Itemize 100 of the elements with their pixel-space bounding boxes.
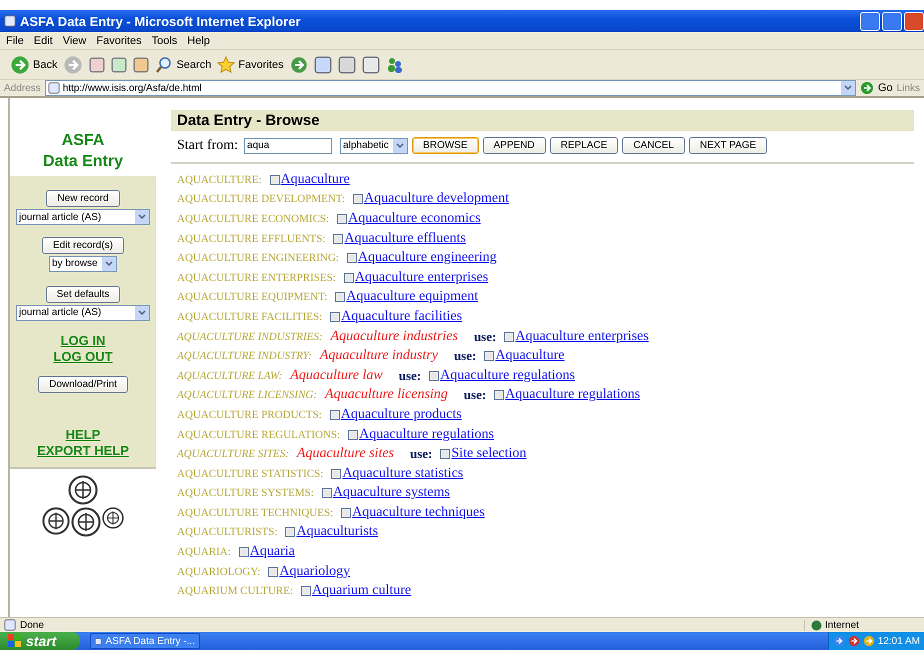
term-heading: AQUACULTURE EQUIPMENT: [177,291,328,304]
term-heading: AQUACULTURE EFFLUENTS: [177,232,326,245]
checkbox[interactable] [322,488,332,498]
checkbox[interactable] [484,351,494,362]
go-icon[interactable] [860,81,874,95]
term-heading: AQUACULTURE: [177,174,262,186]
term-heading: AQUARIUM CULTURE: [177,585,294,598]
checkbox[interactable] [270,174,280,185]
term-heading: AQUACULTURE INDUSTRY: [177,350,312,362]
term-heading: AQUACULTURE SYSTEMS: [177,487,314,500]
checkbox[interactable] [344,272,354,283]
non-preferred-term: Aquaculture industries [330,328,458,345]
address-field[interactable]: http://www.isis.org/Asfa/de.html [44,80,856,96]
help-link[interactable]: EXPORT HELP [37,443,129,459]
set-defaults-button[interactable]: Set defaults [46,286,120,303]
star-icon[interactable] [217,56,236,74]
term-link[interactable]: Aquaculture techniques [352,504,485,521]
minimize-button[interactable] [860,12,880,30]
tray-icon[interactable] [832,635,845,647]
taskbar-item[interactable]: ASFA Data Entry -... [90,633,200,649]
term-heading: AQUACULTURE DEVELOPMENT: [177,193,346,206]
use-label: use: [474,328,496,345]
menu-item[interactable]: View [62,34,86,46]
checkbox[interactable] [346,253,357,264]
tray-icon[interactable] [848,635,860,647]
back-button[interactable]: Back [33,58,58,70]
checkbox[interactable] [238,547,249,558]
people-icon[interactable] [386,56,404,74]
term-link[interactable]: Aquaculturists [296,524,378,540]
term-link[interactable]: Aquaria [250,544,295,560]
term-link[interactable]: Aquaculture economics [348,210,481,227]
clock: 12:01 AM [878,636,920,646]
term-link[interactable]: Aquaculture equipment [346,289,478,306]
account-link[interactable]: LOG OUT [53,348,113,365]
term-link[interactable]: Aquaculture enterprises [515,328,649,345]
checkbox[interactable] [348,430,358,440]
close-button[interactable] [904,12,924,30]
form-button[interactable]: REPLACE [550,137,618,154]
form-button[interactable]: CANCEL [622,137,685,154]
checkbox[interactable] [494,390,504,400]
menu-item[interactable]: Help [187,34,210,46]
term-link[interactable]: Aquariology [279,564,350,580]
term-link[interactable]: Aquaculture development [364,191,510,208]
term-heading: AQUACULTURE ENGINEERING: [177,252,339,264]
search-icon[interactable] [155,56,174,74]
term-link[interactable]: Aquaculture engineering [358,250,497,266]
checkbox[interactable] [337,214,348,224]
checkbox[interactable] [301,586,312,596]
menu-item[interactable]: Edit [34,34,53,46]
term-link[interactable]: Aquaculture [280,172,350,188]
checkbox[interactable] [335,292,346,302]
back-icon[interactable] [10,54,30,74]
checkbox[interactable] [429,370,440,381]
favorites-button[interactable]: Favorites [238,58,284,70]
term-link[interactable]: Aquaculture statistics [342,466,464,482]
order-select[interactable]: alphabetic [340,138,408,154]
checkbox[interactable] [440,449,450,460]
new-record-button[interactable]: New record [46,190,120,207]
term-link[interactable]: Aquaculture products [340,406,462,423]
edit-mode-select[interactable]: by browse [49,256,117,272]
term-link[interactable]: Aquaculture regulations [440,368,576,384]
emblem-icon [42,507,70,535]
checkbox[interactable] [353,194,364,204]
term-link[interactable]: Aquaculture regulations [505,387,640,404]
term-link[interactable]: Aquarium culture [312,583,412,600]
checkbox[interactable] [268,566,278,577]
start-from-field[interactable]: aqua [244,138,332,154]
default-type-select[interactable]: journal article (AS) [16,304,150,321]
checkbox[interactable] [330,410,340,420]
form-button[interactable]: NEXT PAGE [688,137,768,154]
help-link[interactable]: HELP [66,427,100,443]
term-link[interactable]: Aquaculture effluents [344,230,466,247]
form-button[interactable]: APPEND [482,137,546,154]
account-link[interactable]: LOG IN [60,332,106,349]
term-link[interactable]: Aquaculture systems [332,485,450,502]
menu-item[interactable]: File [6,34,24,46]
go-button[interactable]: Go [878,82,893,94]
checkbox[interactable] [330,312,340,322]
term-link[interactable]: Aquaculture regulations [359,426,494,443]
start-button[interactable]: start [0,632,80,650]
edit-records-button[interactable]: Edit record(s) [42,236,124,254]
checkbox[interactable] [504,332,514,342]
tray-icon[interactable] [862,635,875,647]
menu-item[interactable]: Favorites [96,34,142,46]
non-preferred-term: Aquaculture law [290,368,383,384]
term-link[interactable]: Aquaculture [495,348,565,364]
record-type-select[interactable]: journal article (AS) [16,209,150,225]
term-link[interactable]: Aquaculture enterprises [354,270,488,286]
term-link[interactable]: Site selection [451,446,526,462]
form-button[interactable]: BROWSE [412,137,478,154]
checkbox[interactable] [285,527,296,538]
checkbox[interactable] [331,468,342,479]
term-heading: AQUACULTURE REGULATIONS: [177,428,340,441]
checkbox[interactable] [341,508,352,518]
term-link[interactable]: Aquaculture facilities [341,308,462,325]
restore-button[interactable] [882,12,902,30]
download-print-button[interactable]: Download/Print [38,376,128,394]
menu-item[interactable]: Tools [152,34,178,46]
checkbox[interactable] [333,234,344,244]
search-button[interactable]: Search [176,58,212,70]
